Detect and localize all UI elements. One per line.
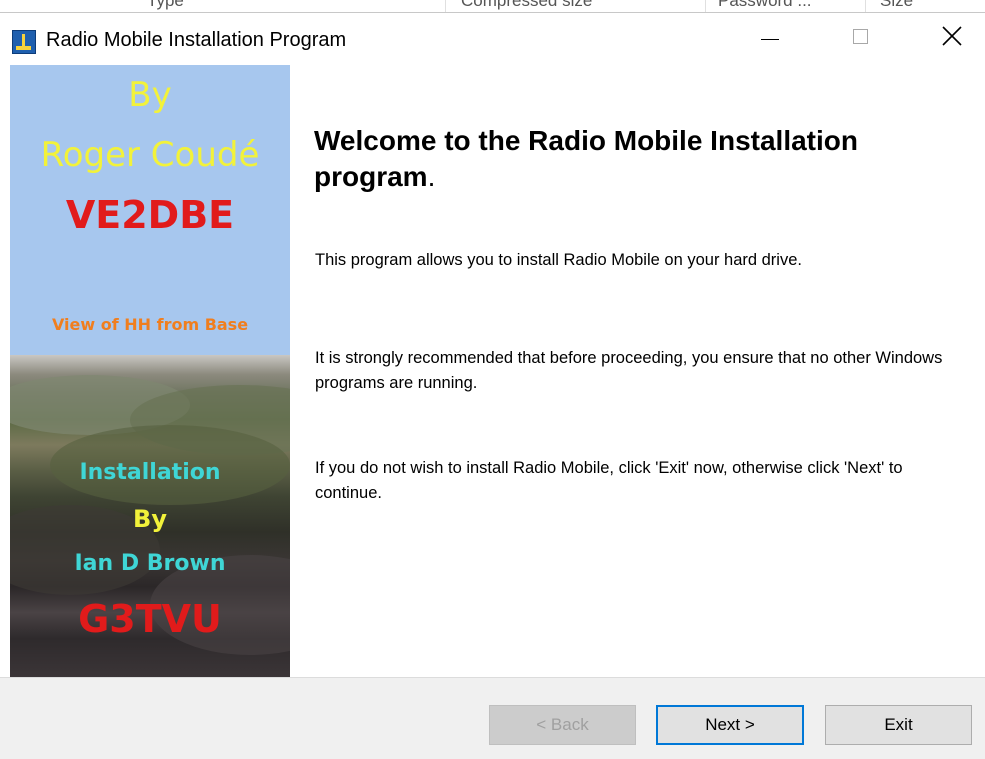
bg-column-divider bbox=[705, 0, 706, 12]
minimize-button[interactable] bbox=[747, 13, 793, 63]
bg-column-divider bbox=[445, 0, 446, 12]
bg-column-password: Password ... bbox=[718, 0, 812, 10]
radio-mast-app-icon bbox=[12, 30, 36, 54]
banner-author-name: Roger Coudé bbox=[40, 135, 260, 175]
next-button[interactable]: Next > bbox=[656, 705, 804, 745]
banner-caption: View of HH from Base bbox=[51, 315, 249, 334]
maximize-button[interactable] bbox=[838, 13, 884, 63]
button-bar: < Back Next > Exit bbox=[0, 677, 985, 759]
title-bar[interactable]: Radio Mobile Installation Program bbox=[0, 13, 985, 63]
welcome-heading-period: . bbox=[427, 161, 436, 192]
banner-by-text: By bbox=[128, 75, 172, 115]
installer-window: Radio Mobile Installation Program By Rog… bbox=[0, 12, 985, 759]
banner-installer-callsign: G3TVU bbox=[78, 597, 222, 641]
window-title: Radio Mobile Installation Program bbox=[46, 29, 347, 51]
welcome-heading: Welcome to the Radio Mobile Installation… bbox=[314, 123, 964, 195]
bg-column-size: Size bbox=[880, 0, 914, 10]
close-icon bbox=[942, 26, 962, 46]
installer-banner-image: By Roger Coudé VE2DBE View of HH from Ba… bbox=[10, 65, 290, 677]
banner-by-text-2: By bbox=[133, 505, 167, 533]
banner-installer-name: Ian D Brown bbox=[74, 551, 226, 576]
close-button[interactable] bbox=[929, 13, 975, 63]
minimize-icon bbox=[761, 39, 779, 40]
welcome-heading-text: Welcome to the Radio Mobile Installation… bbox=[314, 125, 858, 192]
recommendation-paragraph: It is strongly recommended that before p… bbox=[315, 349, 943, 392]
instructions-paragraph: If you do not wish to install Radio Mobi… bbox=[315, 459, 903, 502]
bg-column-compressed-size: Compressed size bbox=[461, 0, 593, 10]
back-button[interactable]: < Back bbox=[489, 705, 636, 745]
exit-button[interactable]: Exit bbox=[825, 705, 972, 745]
intro-paragraph: This program allows you to install Radio… bbox=[315, 251, 802, 269]
bg-column-type: Type bbox=[147, 0, 184, 10]
maximize-icon bbox=[853, 29, 868, 44]
banner-installation-text: Installation bbox=[79, 460, 221, 485]
bg-column-divider bbox=[865, 0, 866, 12]
banner-author-callsign: VE2DBE bbox=[65, 193, 235, 237]
